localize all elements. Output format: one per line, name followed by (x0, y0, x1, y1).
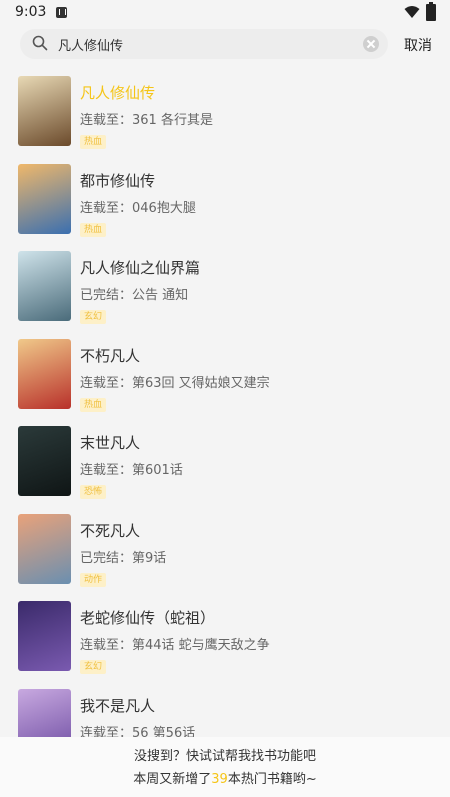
comic-status: 已完结：第9话 (80, 550, 167, 566)
genre-tag: 动作 (80, 572, 107, 587)
battery-icon (426, 2, 436, 21)
new-book-count: 39 (211, 772, 228, 787)
comic-title: 末世凡人 (80, 434, 141, 452)
comic-title: 老蛇修仙传（蛇祖） (80, 609, 216, 627)
comic-title: 凡人修仙传 (80, 84, 156, 102)
comic-status: 已完结：公告 通知 (80, 288, 189, 303)
notification-icon (56, 7, 67, 18)
search-results-list: 凡人修仙传 连载至：361 各行其是 热血 都市修仙传 连载至：046抱大腿 热血 凡人修仙… (0, 74, 450, 774)
result-item[interactable]: 凡人修仙之仙界篇 已完结：公告 通知 玄幻 (0, 249, 450, 337)
banner-prefix: 本周又新增了 (133, 772, 212, 787)
banner-suffix: 本热门书籍哟~ (227, 772, 317, 787)
genre-tag: 玄幻 (80, 310, 107, 324)
comic-cover (18, 601, 71, 671)
banner-line-1: 没搜到？快试试帮我找书功能吧 (133, 749, 316, 764)
result-item[interactable]: 都市修仙传连载至：046抱大腿 热血 (0, 162, 450, 250)
comic-title: 都市修仙传 (80, 171, 156, 190)
result-item[interactable]: 不朽凡人连载至：第63回 又得姑娘又建宗 热血 (0, 337, 450, 425)
comic-cover (18, 513, 71, 584)
search-icon (32, 35, 48, 51)
result-item[interactable]: 老蛇修仙传（蛇祖） 连载至：第44话 蛇与鹰天敌之争 玄幻 (0, 599, 450, 687)
genre-tag: 热血 (80, 135, 107, 149)
clear-icon[interactable] (363, 36, 379, 52)
comic-title: 凡人修仙之仙界篇 (80, 259, 201, 277)
comic-cover (18, 251, 71, 321)
comic-status: 连载至：第601话 (80, 463, 183, 478)
comic-status: 连载至：第63回 又得姑娘又建宗 (80, 375, 270, 391)
comic-cover (18, 426, 71, 496)
comic-status: 连载至：第44话 蛇与鹰天敌之争 (80, 638, 270, 653)
comic-title: 不朽凡人 (80, 346, 141, 365)
result-item[interactable]: 末世凡人连载至：第601话 恐怖 (0, 424, 450, 512)
search-query: 凡人修仙传 (58, 39, 124, 54)
comic-cover (18, 338, 71, 409)
genre-tag: 热血 (80, 397, 107, 412)
wifi-icon (404, 6, 420, 18)
banner-line-2: 本周又新增了39本热门书籍哟~ (0, 768, 450, 787)
clock: 9:03 (15, 4, 47, 20)
search-input[interactable]: 凡人修仙传 (20, 29, 388, 59)
result-item[interactable]: 凡人修仙传连载至：361 各行其是 热血 (0, 74, 450, 162)
result-item[interactable]: 不死凡人已完结：第9话 动作 (0, 512, 450, 600)
comic-cover (18, 76, 71, 146)
comic-cover (18, 163, 71, 234)
genre-tag: 恐怖 (80, 485, 107, 499)
comic-status: 连载至：046抱大腿 (80, 200, 196, 216)
comic-status: 连载至：361 各行其是 (80, 113, 213, 128)
comic-title: 我不是凡人 (80, 696, 156, 715)
cancel-button[interactable]: 取消 (404, 35, 432, 55)
genre-tag: 玄幻 (80, 660, 107, 674)
genre-tag: 热血 (80, 222, 107, 237)
status-bar: 9:03 (0, 0, 450, 26)
comic-title: 不死凡人 (80, 521, 141, 540)
help-find-book-banner[interactable]: 没搜到？快试试帮我找书功能吧 本周又新增了39本热门书籍哟~ (0, 737, 450, 797)
